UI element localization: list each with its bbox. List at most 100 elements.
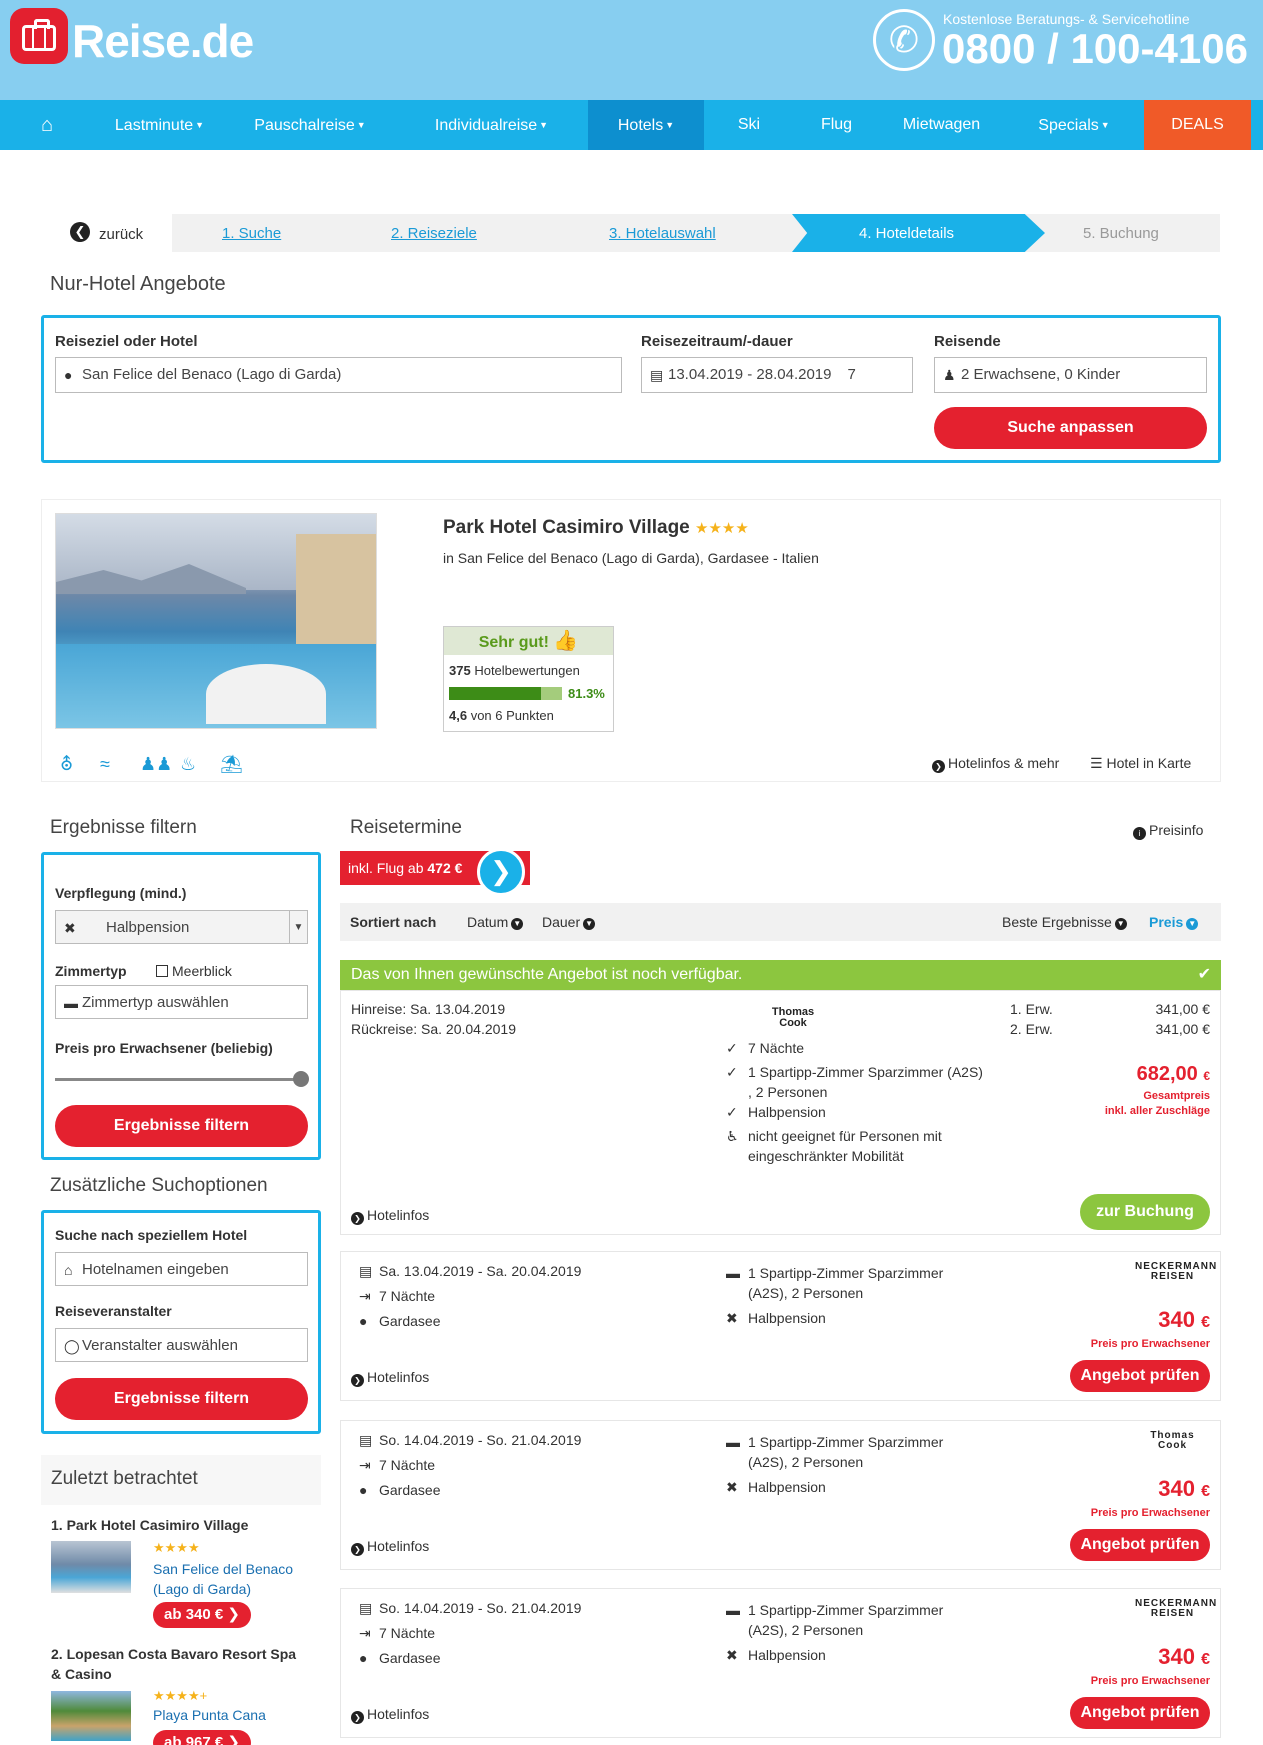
additional-filter-button[interactable]: Ergebnisse filtern (55, 1378, 308, 1420)
hotel-info-link[interactable]: ❯ Hotelinfos (351, 1369, 429, 1387)
nav-individualreise[interactable]: Individualreise ▼ (395, 100, 588, 150)
recent-item-price-button[interactable]: ab 340 € ❯ (153, 1602, 251, 1628)
step-label: 4. Hoteldetails (859, 225, 955, 242)
total-sub: inkl. aller Zuschläge (1104, 1105, 1210, 1117)
calendar-icon: ▤ (359, 1263, 373, 1279)
check-icon: ✓ (726, 1040, 738, 1056)
operator-logo: NECKERMANN REISEN (1135, 1261, 1218, 1282)
hotel-info-label: Hotelinfos (367, 1706, 430, 1722)
nav-pauschalreise[interactable]: Pauschalreise ▼ (225, 100, 395, 150)
total-currency: € (1203, 1069, 1210, 1083)
cutlery-icon: ✖ (64, 920, 76, 936)
offer-room-text: 1 Spartipp-Zimmer Sparzimmer (748, 1265, 944, 1281)
hotel-search-label: Suche nach speziellem Hotel (55, 1227, 248, 1243)
board-select[interactable]: ✖ Halbpension ▼ (55, 910, 308, 944)
info-icon: i (1133, 827, 1146, 840)
home-icon[interactable]: ⌂ (0, 100, 94, 150)
sort-date[interactable]: Datum ▼ (467, 914, 524, 930)
recommend-pct: 81.3% (568, 686, 605, 701)
rating-box[interactable]: Sehr gut! 👍 375 Hotelbewertungen 81.3% 4… (443, 626, 614, 732)
offer-room: ▬ 1 Spartipp-Zimmer Sparzimmer (A2S), 2 Pe… (726, 1600, 943, 1640)
hotline-number[interactable]: 0800 / 100-4106 (942, 25, 1248, 72)
nav-label: Hotels (617, 117, 664, 134)
recommend-bar (449, 687, 562, 700)
recent-item-name[interactable]: 1. Park Hotel Casimiro Village (51, 1517, 248, 1533)
cutlery-icon: ✖ (726, 1647, 738, 1663)
sort-price-label: Preis (1149, 914, 1184, 930)
recent-item-location[interactable]: Playa Punta Cana (153, 1707, 266, 1723)
nav-hotels[interactable]: Hotels ▼ (588, 100, 704, 150)
hotel-name-input[interactable]: ⌂ Hotelnamen eingeben (55, 1252, 308, 1286)
hotel-photo[interactable] (55, 513, 377, 729)
price-info-link[interactable]: i Preisinfo (1133, 822, 1203, 840)
offer-price: 340 € (1158, 1307, 1210, 1333)
results-title: Reisetermine (350, 817, 462, 838)
room-row: ✓ 1 Spartipp-Zimmer Sparzimmer (A2S) (726, 1062, 983, 1082)
check-offer-button[interactable]: Angebot prüfen (1070, 1529, 1210, 1561)
bed-icon: ▬ (726, 1434, 740, 1450)
nav-specials[interactable]: Specials ▼ (1004, 100, 1144, 150)
hotel-name-text: Park Hotel Casimiro Village (443, 517, 690, 538)
destination-input[interactable]: ● San Felice del Benaco (Lago di Garda) (55, 357, 622, 393)
sort-best[interactable]: Beste Ergebnisse ▼ (1002, 914, 1127, 930)
suitcase-logo-icon[interactable] (10, 8, 68, 64)
step-suche-link[interactable]: 1. Suche (222, 225, 281, 242)
bed-icon: ▬ (64, 995, 78, 1011)
travellers-input[interactable]: ♟ 2 Erwachsene, 0 Kinder (934, 357, 1207, 393)
access-text: nicht geeignet für Personen mit (748, 1128, 942, 1144)
step-reiseziele-link[interactable]: 2. Reiseziele (391, 225, 477, 242)
chevron-right-icon[interactable]: ❯ (477, 848, 525, 896)
hotel-info-link[interactable]: ❯ Hotelinfos (351, 1706, 429, 1724)
recent-item-price-button[interactable]: ab 967 € ❯ (153, 1730, 251, 1745)
offer-currency: € (1201, 1483, 1210, 1500)
step-hotelauswahl-link[interactable]: 3. Hotelauswahl (609, 225, 716, 242)
nav-flug[interactable]: Flug (794, 100, 879, 150)
recent-item-stars: ★★★★ (153, 1540, 200, 1555)
caret-down-icon: ▼ (539, 120, 549, 130)
operator-logo: NECKERMANN REISEN (1135, 1598, 1218, 1619)
hotel-info-link[interactable]: ❯ Hotelinfos (351, 1207, 429, 1225)
nav-deals[interactable]: DEALS (1144, 100, 1251, 150)
check-offer-button[interactable]: Angebot prüfen (1070, 1697, 1210, 1729)
check-offer-button[interactable]: Angebot prüfen (1070, 1360, 1210, 1392)
chevron-left-icon[interactable]: ❮ (70, 222, 90, 242)
nav-mietwagen[interactable]: Mietwagen (879, 100, 1004, 150)
back-link[interactable]: zurück (99, 226, 143, 243)
recent-item-thumb[interactable] (51, 1691, 131, 1741)
sort-price[interactable]: Preis ▼ (1149, 914, 1199, 930)
filter-button[interactable]: Ergebnisse filtern (55, 1105, 308, 1147)
recent-item-location[interactable]: San Felice del Benaco (Lago di Garda) (153, 1559, 293, 1599)
hotel-info-link[interactable]: ❯ Hotelinfos & mehr (932, 755, 1059, 773)
sort-duration[interactable]: Dauer ▼ (542, 914, 596, 930)
price-slider-handle[interactable] (293, 1071, 309, 1087)
booking-button[interactable]: zur Buchung (1080, 1194, 1210, 1230)
selected-offer-card: Hinreise: Sa. 13.04.2019 Rückreise: Sa. … (340, 990, 1221, 1235)
search-update-button[interactable]: Suche anpassen (934, 407, 1207, 449)
date-label: Reisezeitraum/-dauer (641, 333, 793, 350)
offer-price-label: Preis pro Erwachsener (1090, 1675, 1210, 1687)
room-input[interactable]: ▬ Zimmertyp auswählen (55, 985, 308, 1019)
page-title: Nur-Hotel Angebote (50, 273, 226, 295)
board-text: Halbpension (748, 1104, 826, 1120)
seaview-label: Meerblick (172, 963, 232, 979)
recent-item-name[interactable]: 2. Lopesan Costa Bavaro Resort Spa & Casi… (51, 1644, 296, 1684)
offer-price-label: Preis pro Erwachsener (1090, 1338, 1210, 1350)
recent-item-thumb[interactable] (51, 1541, 131, 1593)
offer-nights-text: 7 Nächte (379, 1625, 436, 1641)
checkbox-box (156, 965, 168, 977)
board-row: ✓ Halbpension (726, 1102, 983, 1122)
hotel-info-label: Hotelinfos (367, 1207, 430, 1223)
nav-lastminute[interactable]: Lastminute ▼ (94, 100, 225, 150)
nav-ski[interactable]: Ski (704, 100, 794, 150)
site-logo[interactable]: Reise.de (72, 18, 254, 64)
price-slider-track[interactable] (55, 1078, 300, 1081)
offer-details: ✓ 7 Nächte ✓ 1 Spartipp-Zimmer Sparzimmer … (726, 1038, 983, 1166)
travellers-label: Reisende (934, 333, 1001, 350)
recent-item-loc1: San Felice del Benaco (153, 1561, 294, 1577)
date-input[interactable]: ▤ 13.04.2019 - 28.04.2019 7 (641, 357, 913, 393)
operator-input[interactable]: ◯ Veranstalter auswählen (55, 1328, 308, 1362)
offer-nights-text: 7 Nächte (379, 1288, 436, 1304)
hotel-map-link[interactable]: ☰ Hotel in Karte (1090, 755, 1191, 772)
seaview-checkbox[interactable]: Meerblick (156, 963, 232, 979)
hotel-info-link[interactable]: ❯ Hotelinfos (351, 1538, 429, 1556)
